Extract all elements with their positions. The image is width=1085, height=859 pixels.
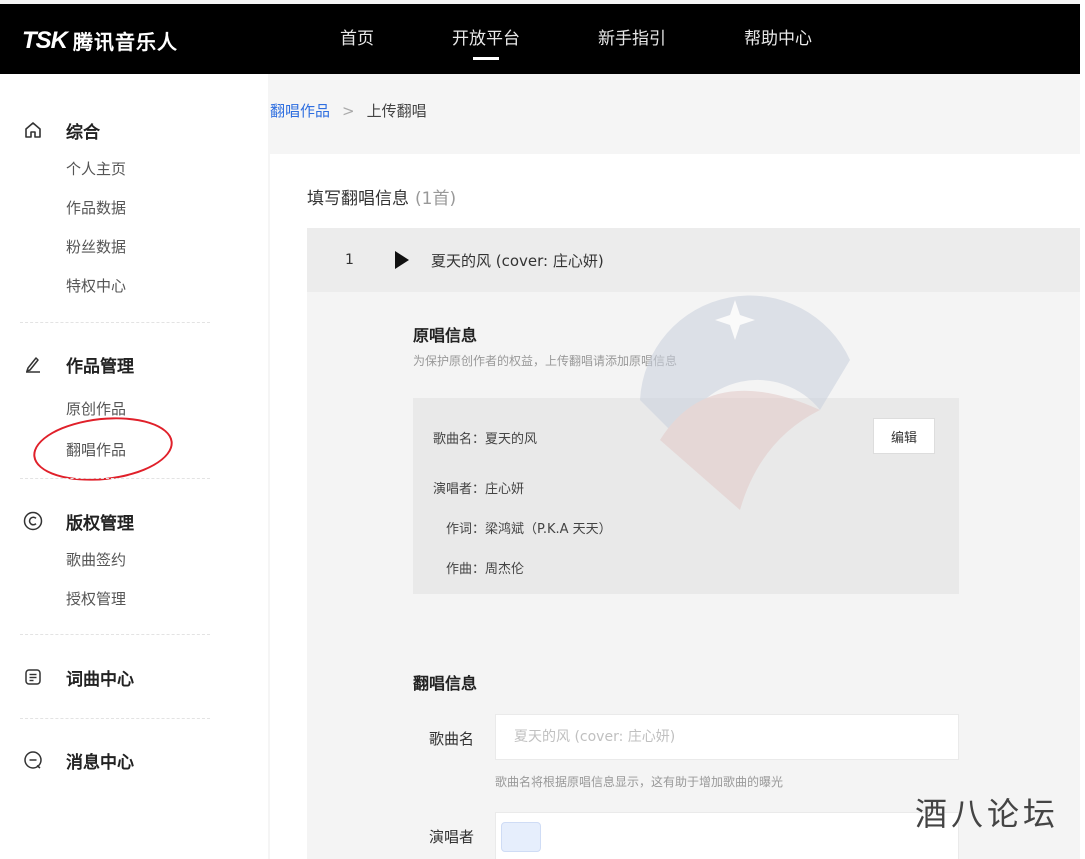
song-name-hint: 歌曲名将根据原唱信息显示，这有助于增加歌曲的曝光 [495,775,784,789]
logo-text: 腾讯音乐人 [73,30,178,54]
sidebar-group-copyright: 版权管理 歌曲签约 授权管理 [20,507,210,619]
copyright-icon [20,509,46,533]
sidebar-divider [20,322,210,323]
breadcrumb: 翻唱作品 > 上传翻唱 [270,100,427,121]
singer-label: 演唱者 [429,828,475,846]
sidebar-divider [20,634,210,635]
message-icon [20,748,46,772]
cover-info-title: 翻唱信息 [413,674,478,693]
sidebar-item-works-data[interactable]: 作品数据 [20,189,210,228]
original-info-title: 原唱信息 [413,326,478,345]
forum-watermark: 酒八论坛 [914,795,1059,833]
song-name-input[interactable] [495,714,959,760]
sidebar: 综合 个人主页 作品数据 粉丝数据 特权中心 作品管理 原创作品 翻唱作品 版权… [0,74,268,859]
sidebar-item-song-signing[interactable]: 歌曲签约 [20,541,210,580]
logo-mark: TSK [22,26,68,54]
sidebar-head-copyright[interactable]: 版权管理 [20,507,210,535]
song-row[interactable]: 1 夏天的风 (cover: 庄心妍) [307,228,1080,292]
singer-input[interactable] [495,812,959,859]
nav-home[interactable]: 首页 [340,4,374,74]
singer-avatar-chip[interactable] [501,822,541,852]
original-song-name: 歌曲名：夏天的风 [433,432,538,447]
sidebar-group-works: 作品管理 原创作品 翻唱作品 [20,350,210,470]
sidebar-head-works[interactable]: 作品管理 [20,350,210,378]
main-nav: 首页 开放平台 新手指引 帮助中心 [340,4,890,74]
lyrics-icon [20,665,46,689]
sidebar-item-privileges[interactable]: 特权中心 [20,267,210,306]
sidebar-divider [20,478,210,479]
pen-icon [20,352,46,376]
sidebar-item-profile[interactable]: 个人主页 [20,150,210,189]
sidebar-item-license-management[interactable]: 授权管理 [20,580,210,619]
top-navbar: TSK 腾讯音乐人 首页 开放平台 新手指引 帮助中心 [0,4,1080,74]
play-icon[interactable] [395,251,409,269]
sidebar-group-messages: 消息中心 [20,746,210,774]
song-name: 夏天的风 (cover: 庄心妍) [431,251,604,270]
edit-button[interactable]: 编辑 [873,418,935,454]
nav-help-center[interactable]: 帮助中心 [744,4,812,74]
sidebar-group-lyrics: 词曲中心 [20,663,210,691]
nav-beginner-guide[interactable]: 新手指引 [598,4,666,74]
home-icon [20,118,46,142]
song-index: 1 [345,252,354,268]
main-panel: 填写翻唱信息 (1首) 1 夏天的风 (cover: 庄心妍) 原唱信息 为保护原… [270,154,1080,859]
sidebar-head-label: 版权管理 [66,513,134,534]
breadcrumb-current: 上传翻唱 [366,102,427,120]
sidebar-item-fans-data[interactable]: 粉丝数据 [20,228,210,267]
sidebar-head-lyrics[interactable]: 词曲中心 [20,663,210,691]
sidebar-divider [20,718,210,719]
sidebar-head-label: 综合 [66,122,100,143]
sidebar-head-messages[interactable]: 消息中心 [20,746,210,774]
sidebar-head-overview[interactable]: 综合 [20,116,210,144]
breadcrumb-separator: > [342,101,355,120]
page-edge [1080,0,1085,859]
logo[interactable]: TSK 腾讯音乐人 [22,26,178,55]
sidebar-head-label: 词曲中心 [66,669,134,690]
original-singer: 演唱者：庄心妍 [433,482,525,497]
original-info-box: 歌曲名：夏天的风 编辑 演唱者：庄心妍 作词：梁鸿斌（P.K.A 天天） 作曲：… [413,398,959,594]
breadcrumb-link-cover-works[interactable]: 翻唱作品 [270,100,330,121]
sidebar-item-original-works[interactable]: 原创作品 [20,390,210,429]
song-detail-area: 原唱信息 为保护原创作者的权益，上传翻唱请添加原唱信息 歌曲名：夏天的风 编辑 … [307,292,1080,859]
sidebar-head-label: 消息中心 [66,752,134,773]
song-count: (1首) [415,189,457,209]
nav-open-platform[interactable]: 开放平台 [452,4,520,74]
page-title: 填写翻唱信息 (1首) [307,184,456,209]
sidebar-group-overview: 综合 个人主页 作品数据 粉丝数据 特权中心 [20,116,210,306]
sidebar-head-label: 作品管理 [66,356,134,377]
original-lyricist: 作词：梁鸿斌（P.K.A 天天） [446,522,612,537]
sidebar-item-cover-works[interactable]: 翻唱作品 [20,431,210,470]
song-name-label: 歌曲名 [429,730,475,748]
original-composer: 作曲：周杰伦 [446,562,525,577]
original-info-subtitle: 为保护原创作者的权益，上传翻唱请添加原唱信息 [413,354,678,368]
page-title-text: 填写翻唱信息 [307,189,409,209]
